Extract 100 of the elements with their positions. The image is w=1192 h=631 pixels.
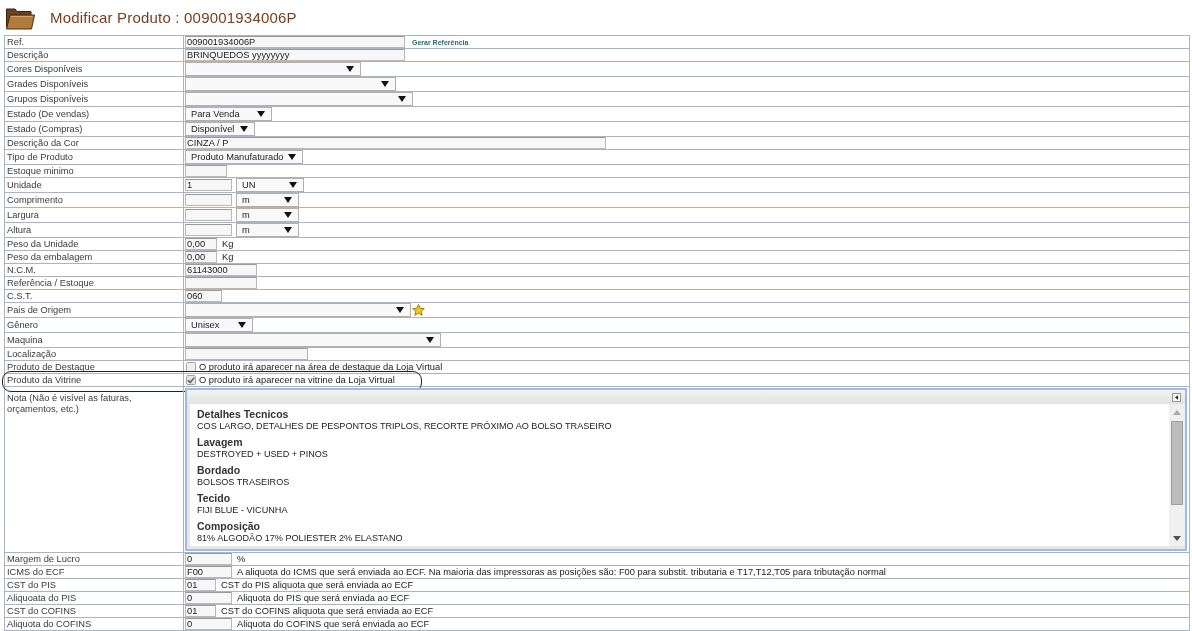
unit-label: Kg [222, 238, 234, 250]
field-label: Tipo de Produto [7, 151, 73, 163]
help-text: CST do PIS aliquota que será enviada ao ECF [221, 579, 414, 591]
dropdown[interactable]: m [236, 223, 299, 237]
caret-down-icon [426, 337, 434, 343]
text-field[interactable]: 060 [185, 290, 222, 302]
dropdown[interactable] [185, 92, 413, 106]
caret-down-icon [284, 212, 292, 218]
text-field[interactable]: 61143000 [185, 264, 257, 276]
caret-down-icon [284, 227, 292, 233]
section-text: 81% ALGODÃO 17% POLIESTER 2% ELASTANO [197, 533, 403, 544]
checkbox[interactable] [186, 362, 196, 372]
section-heading: Bordado [197, 464, 241, 477]
page-title: Modificar Produto : 009001934006P [50, 8, 297, 27]
text-field[interactable] [185, 277, 257, 289]
field-label: Cores Disponíveis [7, 63, 83, 75]
scroll-up-icon[interactable] [1173, 410, 1181, 415]
dropdown[interactable] [185, 62, 361, 76]
help-text: CST do COFINS aliquota que será enviada ao ECF [221, 605, 434, 617]
field-label: Maquina [7, 334, 43, 346]
field-label: Nota (Não é visível as faturas, orçamentos, etc.) [7, 393, 133, 415]
field-label: C.S.T. [7, 290, 33, 302]
field-label: Descrição [7, 49, 49, 61]
text-field[interactable]: 01 [185, 605, 216, 617]
section-text: COS LARGO, DETALHES DE PESPONTOS TRIPLOS, RECORTE PRÓXIMO AO BOLSO TRASEIRO [197, 421, 612, 432]
text-field[interactable]: 01 [185, 579, 216, 591]
section-text: BOLSOS TRASEIROS [197, 477, 290, 488]
section-heading: Tecido [197, 492, 231, 505]
field-label: CST do COFINS [7, 605, 77, 617]
dropdown[interactable] [185, 333, 441, 347]
dropdown[interactable]: Unisex [185, 318, 253, 332]
field-label: Ref. [7, 36, 25, 48]
dropdown[interactable]: Para Venda [185, 107, 272, 121]
section-text: DESTROYED + USED + PINOS [197, 449, 328, 460]
folder-icon [5, 5, 35, 30]
help-text: Aliquota do PIS que será enviada ao ECF [237, 592, 410, 604]
text-field[interactable]: CINZA / P [185, 137, 606, 149]
caret-down-icon [257, 111, 265, 117]
caret-down-icon [396, 307, 404, 313]
caret-down-icon [288, 154, 296, 160]
text-field[interactable] [185, 194, 232, 206]
dropdown[interactable] [185, 77, 396, 91]
checkbox-label: O produto irá aparecer na vitrine da Loja Virtual [199, 374, 395, 386]
text-field[interactable]: 0 [185, 618, 232, 630]
caret-down-icon [346, 66, 354, 72]
field-label: Produto da Vitrine [7, 374, 82, 386]
text-field[interactable] [185, 165, 227, 177]
caret-down-icon [238, 322, 246, 328]
section-heading: Composição [197, 520, 260, 533]
field-label: Peso da embalagem [7, 251, 93, 263]
unit-label: % [237, 553, 246, 565]
collapse-toolbar-button[interactable] [1172, 392, 1181, 402]
star-icon[interactable] [412, 304, 425, 316]
field-label: N.C.M. [7, 264, 36, 276]
text-field[interactable]: 0,00 [185, 251, 217, 263]
scroll-down-icon[interactable] [1173, 536, 1181, 541]
field-label: Aliquota do COFINS [7, 618, 92, 630]
unit-label: Kg [222, 251, 234, 263]
field-label: Altura [7, 224, 32, 236]
text-field[interactable] [185, 224, 232, 236]
caret-down-icon [398, 96, 406, 102]
text-field[interactable]: 1 [185, 179, 232, 191]
field-label: Produto de Destaque [7, 361, 95, 373]
dropdown[interactable]: UN [236, 178, 304, 192]
field-label: Margem de Lucro [7, 553, 80, 565]
field-label: Grupos Disponíveis [7, 93, 89, 105]
text-field[interactable]: 0 [185, 592, 232, 604]
scrollbar-thumb[interactable] [1171, 421, 1183, 505]
text-field[interactable]: F00 [185, 566, 232, 578]
caret-left-icon [1175, 394, 1178, 400]
field-label: Estado (Compras) [7, 123, 83, 135]
field-label: Estado (De vendas) [7, 108, 90, 120]
field-label: CST do PIS [7, 579, 56, 591]
section-text: FIJI BLUE - VICUNHA [197, 505, 288, 516]
checkbox[interactable] [186, 375, 196, 385]
text-field[interactable]: 009001934006P [185, 36, 405, 48]
text-field[interactable] [185, 348, 308, 360]
dropdown[interactable]: m [236, 208, 299, 222]
field-label: Descrição da Cor [7, 137, 79, 149]
text-field[interactable]: 0,00 [185, 238, 217, 250]
dropdown[interactable]: Produto Manufaturado [185, 150, 303, 164]
field-label: Comprimento [7, 194, 63, 206]
dropdown[interactable]: m [236, 193, 299, 207]
field-label: ICMS do ECF [7, 566, 65, 578]
checkbox-label: O produto irá aparecer na área de destaque da Loja Virtual [199, 361, 443, 373]
field-label: Aliquoata do PIS [7, 592, 77, 604]
text-field[interactable]: 0 [185, 553, 232, 565]
field-label: Largura [7, 209, 40, 221]
dropdown[interactable] [185, 303, 411, 317]
dropdown[interactable]: Disponível [185, 122, 255, 136]
field-label: Pais de Origem [7, 304, 72, 316]
section-heading: Lavagem [197, 436, 243, 449]
caret-down-icon [284, 197, 292, 203]
field-label: Referência / Estoque [7, 277, 94, 289]
text-field[interactable]: BRINQUEDOS yyyyyyyy [185, 49, 405, 61]
caret-down-icon [240, 126, 248, 132]
field-label: Peso da Unidade [7, 238, 79, 250]
text-field[interactable] [185, 209, 232, 221]
scrollbar[interactable] [1169, 404, 1185, 546]
field-label: Grades Disponíveis [7, 78, 89, 90]
